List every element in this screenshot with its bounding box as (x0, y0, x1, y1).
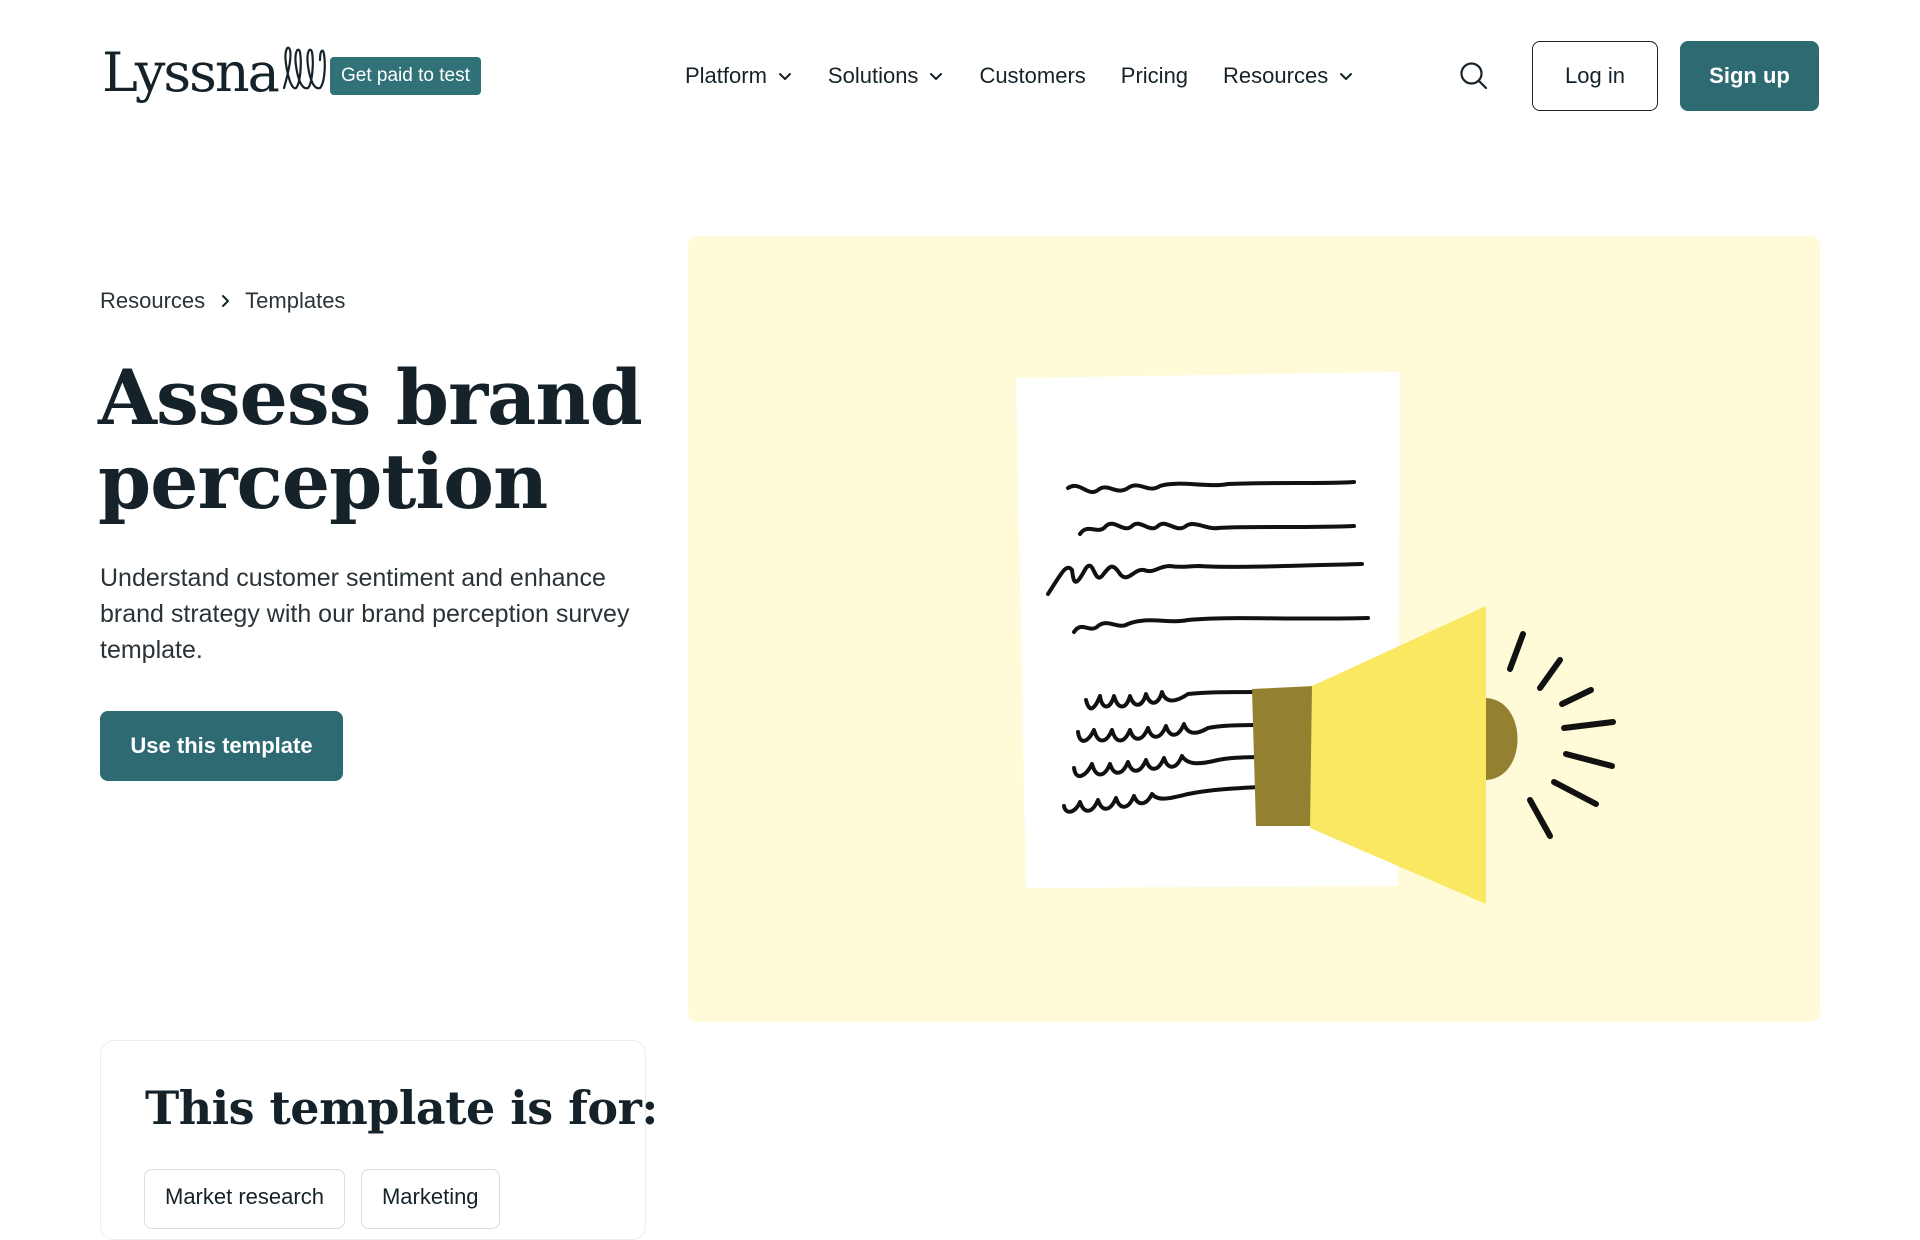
page-description: Understand customer sentiment and enhanc… (100, 564, 630, 664)
nav-platform[interactable]: Platform (685, 63, 793, 89)
nav-solutions[interactable]: Solutions (828, 63, 945, 89)
hero-illustration-panel (688, 236, 1820, 1022)
nav-pricing[interactable]: Pricing (1121, 63, 1188, 89)
template-for-title: This template is for: (145, 1081, 658, 1135)
chevron-down-icon (1340, 73, 1353, 80)
logo-wordmark: Lyssna (102, 41, 280, 104)
signup-button[interactable]: Sign up (1680, 41, 1819, 111)
tag-marketing[interactable]: Marketing (360, 1169, 500, 1229)
search-icon[interactable] (1458, 60, 1490, 92)
lyssna-logo[interactable]: Lyssna (102, 44, 328, 100)
nav-pricing-label: Pricing (1120, 63, 1189, 88)
template-for-card: This template is for: Market research Ma… (100, 1040, 658, 1240)
breadcrumb: Resources Templates (100, 288, 345, 314)
use-template-button[interactable]: Use this template (100, 711, 343, 781)
chevron-down-icon (778, 73, 791, 80)
main-nav: Platform Solutions Customers Pricing Res… (685, 56, 1354, 96)
nav-customers-label: Customers (979, 63, 1086, 88)
page-title: Assess brand perception (98, 353, 643, 526)
nav-resources-label: Resources (1223, 63, 1329, 88)
chevron-right-icon (222, 295, 230, 307)
sound-lines (1507, 631, 1616, 839)
megaphone-document-illustration (1016, 372, 1616, 904)
megaphone-handle (1252, 686, 1314, 826)
breadcrumb-resources[interactable]: Resources (100, 288, 205, 314)
nav-platform-label: Platform (685, 63, 767, 88)
tag-market-research[interactable]: Market research (144, 1169, 345, 1229)
template-tags: Market research Marketing (144, 1169, 516, 1229)
get-paid-badge[interactable]: Get paid to test (330, 57, 481, 95)
site-header: Lyssna Get paid to test Platform Solutio… (0, 0, 1920, 152)
nav-customers[interactable]: Customers (979, 63, 1085, 89)
nav-solutions-label: Solutions (827, 63, 919, 88)
chevron-down-icon (930, 73, 943, 80)
breadcrumb-templates[interactable]: Templates (245, 288, 345, 314)
nav-resources[interactable]: Resources (1223, 63, 1354, 89)
megaphone-bell (1486, 698, 1518, 780)
logo-loops-icon (282, 46, 326, 90)
login-button[interactable]: Log in (1532, 41, 1658, 111)
